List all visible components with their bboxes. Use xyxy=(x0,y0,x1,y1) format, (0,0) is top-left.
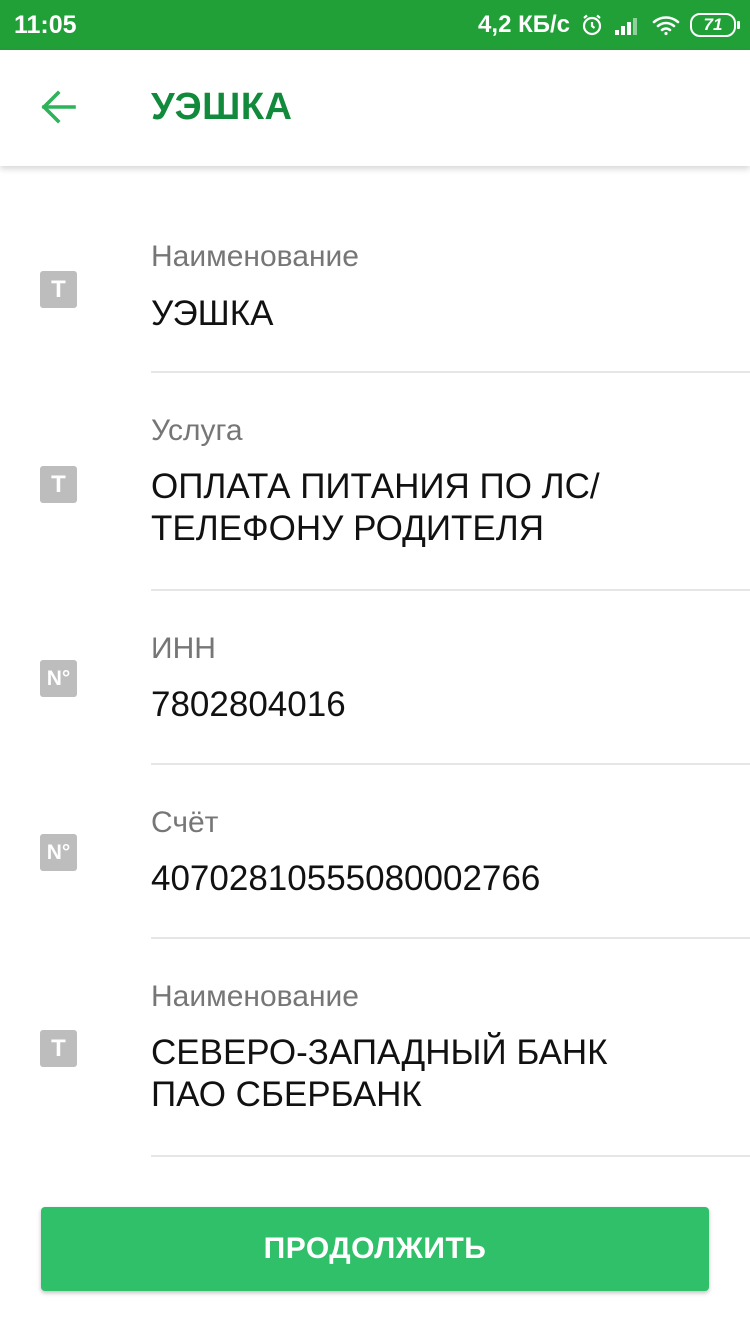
divider xyxy=(151,371,750,373)
field-label: Наименование xyxy=(151,240,359,273)
field-label: Услуга xyxy=(151,414,243,447)
text-type-icon: T xyxy=(40,1030,77,1067)
back-button[interactable] xyxy=(28,80,88,138)
field-value: 40702810555080002766 xyxy=(151,859,541,898)
continue-button[interactable]: ПРОДОЛЖИТЬ xyxy=(41,1207,709,1291)
text-type-icon: T xyxy=(40,466,77,503)
field-label: ИНН xyxy=(151,632,216,665)
divider xyxy=(151,763,750,765)
number-type-icon: N° xyxy=(40,834,77,871)
signal-icon xyxy=(614,14,642,36)
alarm-icon xyxy=(580,13,604,37)
status-bar: 11:05 4,2 КБ/с 71 xyxy=(0,0,750,50)
toolbar: УЭШКА xyxy=(0,50,750,166)
number-type-icon: N° xyxy=(40,660,77,697)
divider xyxy=(151,937,750,939)
field-label: Счёт xyxy=(151,806,219,839)
battery-icon: 71 xyxy=(690,13,740,37)
divider xyxy=(151,1155,750,1157)
text-type-icon: T xyxy=(40,271,77,308)
wifi-icon xyxy=(652,14,680,36)
status-indicators: 4,2 КБ/с 71 xyxy=(478,11,740,39)
field-value: ОПЛАТА ПИТАНИЯ ПО ЛС/ ТЕЛЕФОНУ РОДИТЕЛЯ xyxy=(151,467,600,548)
status-time: 11:05 xyxy=(14,10,77,39)
network-speed: 4,2 КБ/с xyxy=(478,11,570,38)
field-value: СЕВЕРО-ЗАПАДНЫЙ БАНК ПАО СБЕРБАНК xyxy=(151,1033,608,1114)
field-value: 7802804016 xyxy=(151,685,346,724)
arrow-left-icon xyxy=(38,87,78,132)
page-title: УЭШКА xyxy=(151,86,293,128)
field-value: УЭШКА xyxy=(151,294,274,333)
field-label: Наименование xyxy=(151,980,359,1013)
divider xyxy=(151,589,750,591)
